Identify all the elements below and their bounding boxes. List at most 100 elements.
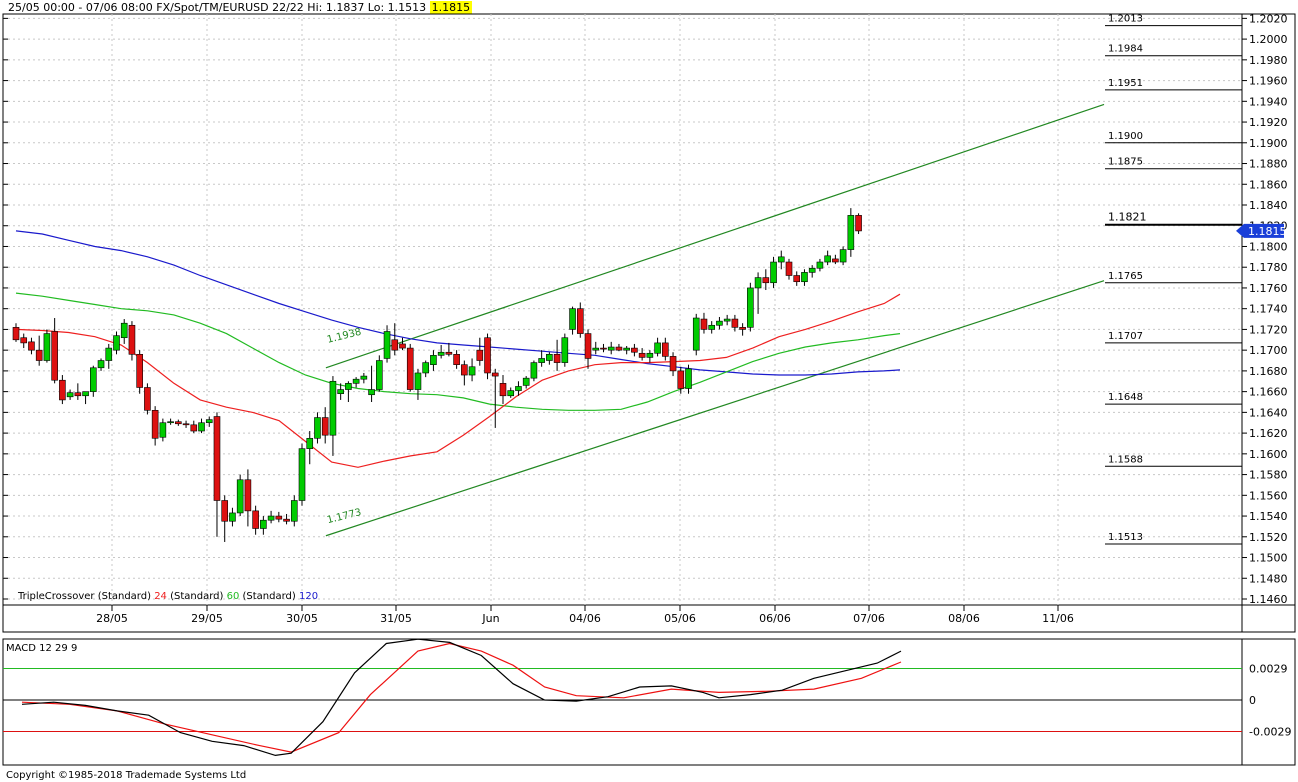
candle-body bbox=[144, 387, 151, 411]
x-tick-label: 11/06 bbox=[1042, 612, 1074, 625]
candle bbox=[507, 387, 515, 398]
candle bbox=[847, 208, 855, 257]
candle bbox=[290, 495, 298, 527]
y-tick-label: 1.1600 bbox=[1249, 448, 1288, 461]
candle bbox=[159, 418, 167, 442]
candle-body bbox=[298, 448, 306, 501]
candle bbox=[144, 383, 151, 415]
candle-body bbox=[855, 215, 862, 232]
candle bbox=[832, 254, 839, 265]
candle bbox=[584, 329, 592, 369]
candle bbox=[662, 337, 669, 361]
candle bbox=[522, 376, 530, 389]
candle-body bbox=[422, 362, 429, 374]
candle bbox=[631, 343, 638, 357]
svg-text:TripleCrossover (Standard) 24: TripleCrossover (Standard) 24 (Standard)… bbox=[17, 591, 318, 602]
candle-body bbox=[120, 322, 128, 339]
candle-body bbox=[607, 346, 615, 351]
candle-body bbox=[376, 360, 383, 390]
candle-body bbox=[785, 261, 793, 276]
candle-body bbox=[801, 272, 808, 283]
legend-ma24-period: 24 bbox=[154, 591, 167, 602]
legend-mid2: (Standard) bbox=[239, 591, 296, 602]
candle bbox=[329, 376, 337, 456]
candle-body bbox=[437, 351, 445, 356]
candle bbox=[770, 256, 777, 288]
y-tick-label: 1.1720 bbox=[1249, 323, 1288, 336]
candle-body bbox=[522, 377, 530, 386]
macd-tick-label: 0 bbox=[1249, 694, 1256, 707]
level-label: 1.1984 bbox=[1108, 44, 1143, 55]
candle-body bbox=[445, 351, 453, 355]
candle bbox=[314, 412, 321, 444]
candle bbox=[476, 337, 484, 366]
candle-body bbox=[530, 362, 538, 379]
candle bbox=[445, 342, 453, 357]
candle-body bbox=[90, 367, 97, 392]
candle-body bbox=[12, 327, 20, 341]
candle-body bbox=[669, 356, 677, 372]
candle bbox=[491, 368, 499, 428]
candle-body bbox=[66, 392, 74, 398]
candle-body bbox=[808, 267, 816, 273]
x-tick-label: 28/05 bbox=[96, 612, 128, 625]
candle-body bbox=[561, 337, 569, 363]
candle-body bbox=[399, 343, 406, 349]
candle bbox=[59, 375, 66, 405]
candle-body bbox=[723, 318, 731, 322]
x-tick-label: 07/06 bbox=[853, 612, 885, 625]
ma120-line bbox=[15, 230, 901, 376]
candle bbox=[190, 420, 198, 434]
y-tick-label: 1.1460 bbox=[1249, 593, 1288, 606]
last-price-tag-label: 1.1815 bbox=[1248, 225, 1287, 238]
y-tick-label: 1.1860 bbox=[1249, 178, 1288, 191]
macd-tick-label: 0.0029 bbox=[1249, 663, 1288, 676]
candle-body bbox=[747, 287, 754, 328]
price-chart-svg[interactable]: 1.1460 1.1480 1.1500 1.1520 1.1540 1.1560 1.15… bbox=[0, 0, 1298, 782]
y-tick-label: 1.1480 bbox=[1249, 572, 1288, 585]
candle bbox=[51, 318, 58, 384]
candle-body bbox=[832, 258, 839, 263]
y-tick-label: 1.1800 bbox=[1249, 240, 1288, 253]
candle bbox=[105, 343, 113, 369]
y-tick-label: 1.1780 bbox=[1249, 261, 1288, 274]
candle bbox=[391, 323, 399, 356]
candle bbox=[383, 325, 391, 363]
candle-body bbox=[51, 331, 58, 381]
legend-ma120-period: 120 bbox=[299, 591, 318, 602]
level-label: 1.1648 bbox=[1108, 392, 1143, 403]
candle bbox=[461, 360, 468, 386]
candle bbox=[468, 358, 476, 382]
candle bbox=[855, 213, 862, 235]
candle bbox=[453, 350, 460, 369]
price-legend: TripleCrossover (Standard) 24 (Standard)… bbox=[17, 591, 318, 602]
candle bbox=[345, 381, 352, 402]
candle bbox=[530, 360, 538, 382]
macd-signal-line bbox=[21, 642, 902, 753]
candle bbox=[43, 329, 51, 363]
candle-body bbox=[260, 519, 267, 529]
candle-body bbox=[576, 308, 584, 334]
y-tick-label: 1.1540 bbox=[1249, 510, 1288, 523]
candle bbox=[35, 335, 43, 366]
copyright-text: Copyright ©1985-2018 Trademade Systems L… bbox=[6, 770, 246, 781]
candle bbox=[182, 420, 190, 428]
candle-body bbox=[662, 342, 669, 357]
candle bbox=[306, 431, 314, 465]
y-tick-label: 1.1680 bbox=[1249, 365, 1288, 378]
candle bbox=[252, 505, 259, 535]
level-label: 1.1951 bbox=[1108, 78, 1143, 89]
candle bbox=[785, 258, 793, 280]
y-tick-label: 1.1980 bbox=[1249, 54, 1288, 67]
candle-body bbox=[97, 360, 105, 369]
candle-body bbox=[205, 419, 213, 424]
candle-body bbox=[646, 352, 654, 358]
candle-body bbox=[329, 380, 337, 436]
candle-body bbox=[553, 354, 561, 363]
candle bbox=[167, 418, 174, 425]
candle-body bbox=[406, 347, 414, 390]
candle-body bbox=[654, 342, 661, 354]
y-tick-label: 1.1960 bbox=[1249, 75, 1288, 88]
candle bbox=[352, 377, 360, 388]
candle bbox=[113, 331, 120, 355]
